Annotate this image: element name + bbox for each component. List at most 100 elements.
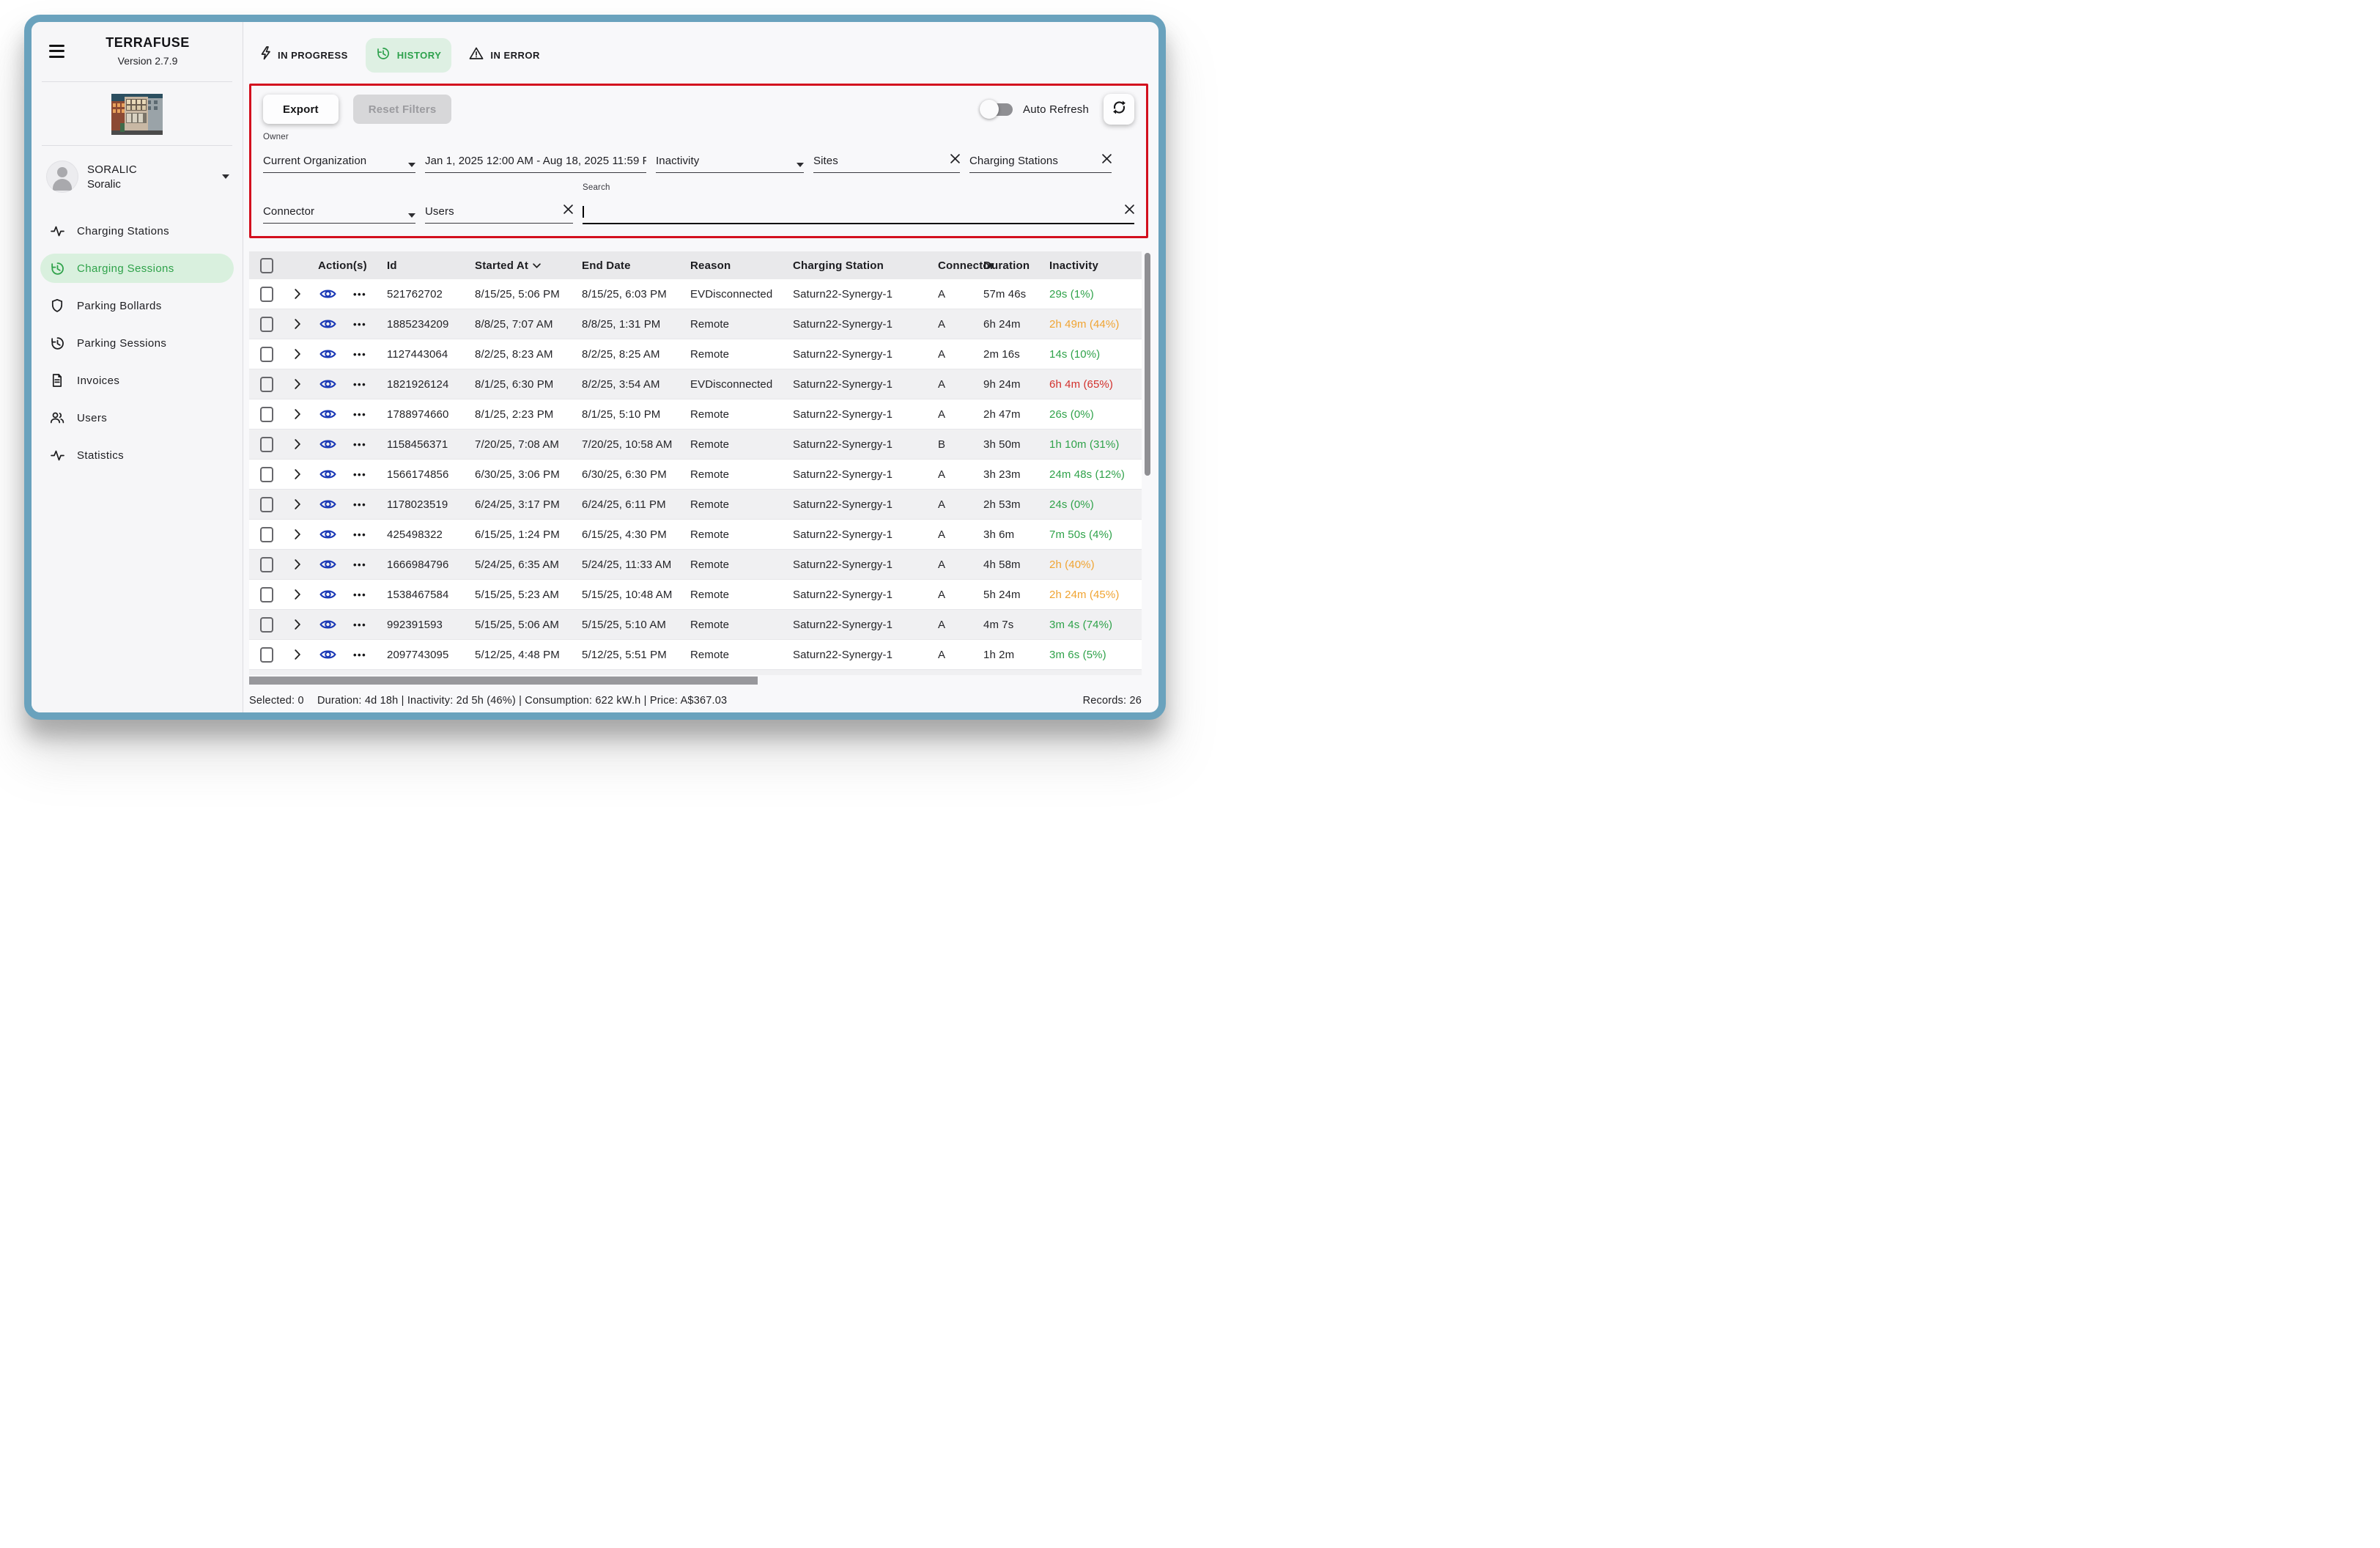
sidebar-item-invoices[interactable]: Invoices xyxy=(40,366,234,395)
row-checkbox[interactable] xyxy=(249,557,283,572)
eye-icon[interactable] xyxy=(315,468,347,480)
row-menu-button[interactable]: ••• xyxy=(347,349,384,360)
column-header-started-at[interactable]: Started At xyxy=(472,259,579,272)
refresh-button[interactable] xyxy=(1104,94,1134,125)
row-menu-button[interactable]: ••• xyxy=(347,649,384,660)
row-menu-button[interactable]: ••• xyxy=(347,589,384,600)
row-checkbox[interactable] xyxy=(249,377,283,392)
tab-history[interactable]: HISTORY xyxy=(366,38,452,73)
expand-row-button[interactable] xyxy=(283,289,315,299)
sidebar-item-users[interactable]: Users xyxy=(40,403,234,432)
sidebar-item-parking-bollards[interactable]: Parking Bollards xyxy=(40,291,234,320)
row-menu-button[interactable]: ••• xyxy=(347,469,384,480)
clear-icon[interactable] xyxy=(1120,204,1134,218)
session-id: 1158456371 xyxy=(384,438,472,451)
clear-icon[interactable] xyxy=(559,204,573,218)
expand-row-button[interactable] xyxy=(283,529,315,539)
expand-row-button[interactable] xyxy=(283,409,315,419)
tab-label: HISTORY xyxy=(397,50,442,61)
row-menu-button[interactable]: ••• xyxy=(347,499,384,510)
row-checkbox[interactable] xyxy=(249,467,283,482)
end-date: 5/24/25, 11:33 AM xyxy=(579,559,687,571)
sidebar-item-charging-stations[interactable]: Charging Stations xyxy=(40,216,234,246)
expand-row-button[interactable] xyxy=(283,349,315,359)
row-menu-button[interactable]: ••• xyxy=(347,289,384,300)
session-id: 1885234209 xyxy=(384,318,472,331)
select-all-checkbox[interactable] xyxy=(249,258,283,273)
row-checkbox[interactable] xyxy=(249,647,283,663)
auto-refresh-toggle[interactable] xyxy=(982,103,1013,116)
inactivity-select[interactable]: Inactivity xyxy=(656,145,804,173)
row-menu-button[interactable]: ••• xyxy=(347,559,384,570)
eye-icon[interactable] xyxy=(315,498,347,510)
eye-icon[interactable] xyxy=(315,378,347,390)
horizontal-scrollbar[interactable] xyxy=(249,677,758,685)
connector-select[interactable]: Connector xyxy=(263,196,415,224)
row-checkbox[interactable] xyxy=(249,497,283,512)
expand-row-button[interactable] xyxy=(283,559,315,570)
row-checkbox[interactable] xyxy=(249,287,283,302)
expand-row-button[interactable] xyxy=(283,589,315,600)
tab-in-error[interactable]: IN ERROR xyxy=(459,39,550,72)
vertical-scrollbar[interactable] xyxy=(1145,253,1150,476)
menu-icon[interactable] xyxy=(48,42,66,61)
row-checkbox[interactable] xyxy=(249,407,283,422)
row-checkbox[interactable] xyxy=(249,437,283,452)
eye-icon[interactable] xyxy=(315,348,347,360)
sites-field[interactable]: Sites xyxy=(813,145,960,173)
connector: A xyxy=(935,528,980,541)
expand-row-button[interactable] xyxy=(283,649,315,660)
eye-icon[interactable] xyxy=(315,438,347,450)
clear-icon[interactable] xyxy=(946,154,960,167)
reset-filters-button: Reset Filters xyxy=(353,95,452,124)
users-field[interactable]: Users xyxy=(425,196,573,224)
duration: 57m 46s xyxy=(980,288,1046,301)
row-menu-button[interactable]: ••• xyxy=(347,409,384,420)
table-row: ••• 1788974660 8/1/25, 2:23 PM 8/1/25, 5… xyxy=(249,399,1142,429)
row-menu-button[interactable]: ••• xyxy=(347,379,384,390)
sidebar-item-statistics[interactable]: Statistics xyxy=(40,441,234,470)
eye-icon[interactable] xyxy=(315,649,347,660)
eye-icon[interactable] xyxy=(315,528,347,540)
filter-panel: Export Reset Filters Auto Refresh Owner … xyxy=(249,84,1148,238)
chevron-right-icon xyxy=(295,589,301,600)
eye-icon[interactable] xyxy=(315,408,347,420)
row-checkbox[interactable] xyxy=(249,317,283,332)
expand-row-button[interactable] xyxy=(283,439,315,449)
clear-icon[interactable] xyxy=(1098,154,1112,167)
search-input[interactable]: Search xyxy=(583,196,1134,224)
row-checkbox[interactable] xyxy=(249,527,283,542)
eye-icon[interactable] xyxy=(315,589,347,600)
date-range-field[interactable]: Jan 1, 2025 12:00 AM - Aug 18, 2025 11:5… xyxy=(425,145,646,173)
row-menu-button[interactable]: ••• xyxy=(347,319,384,330)
started-at: 8/2/25, 8:23 AM xyxy=(472,348,579,361)
charging-station: Saturn22-Synergy-1 xyxy=(790,649,935,661)
reason: Remote xyxy=(687,528,790,541)
expand-row-button[interactable] xyxy=(283,379,315,389)
eye-icon[interactable] xyxy=(315,559,347,570)
organization-selector[interactable]: SORALIC Soralic xyxy=(40,153,234,200)
row-menu-button[interactable]: ••• xyxy=(347,529,384,540)
row-checkbox[interactable] xyxy=(249,617,283,633)
charging-stations-field[interactable]: Charging Stations xyxy=(969,145,1112,173)
duration: 4h 58m xyxy=(980,559,1046,571)
connector: A xyxy=(935,318,980,331)
eye-icon[interactable] xyxy=(315,288,347,300)
expand-row-button[interactable] xyxy=(283,319,315,329)
eye-icon[interactable] xyxy=(315,619,347,630)
tab-in-progress[interactable]: IN PROGRESS xyxy=(249,38,358,72)
owner-select[interactable]: Owner Current Organization xyxy=(263,145,415,173)
table-footer: Selected: 0 Duration: 4d 18h | Inactivit… xyxy=(249,695,1142,707)
row-checkbox[interactable] xyxy=(249,347,283,362)
expand-row-button[interactable] xyxy=(283,499,315,509)
eye-icon[interactable] xyxy=(315,318,347,330)
row-menu-button[interactable]: ••• xyxy=(347,619,384,630)
row-menu-button[interactable]: ••• xyxy=(347,439,384,450)
sidebar-item-parking-sessions[interactable]: Parking Sessions xyxy=(40,328,234,358)
row-checkbox[interactable] xyxy=(249,587,283,602)
sidebar-item-charging-sessions[interactable]: Charging Sessions xyxy=(40,254,234,283)
expand-row-button[interactable] xyxy=(283,469,315,479)
selected-count: Selected: 0 xyxy=(249,695,304,707)
expand-row-button[interactable] xyxy=(283,619,315,630)
export-button[interactable]: Export xyxy=(263,95,339,124)
